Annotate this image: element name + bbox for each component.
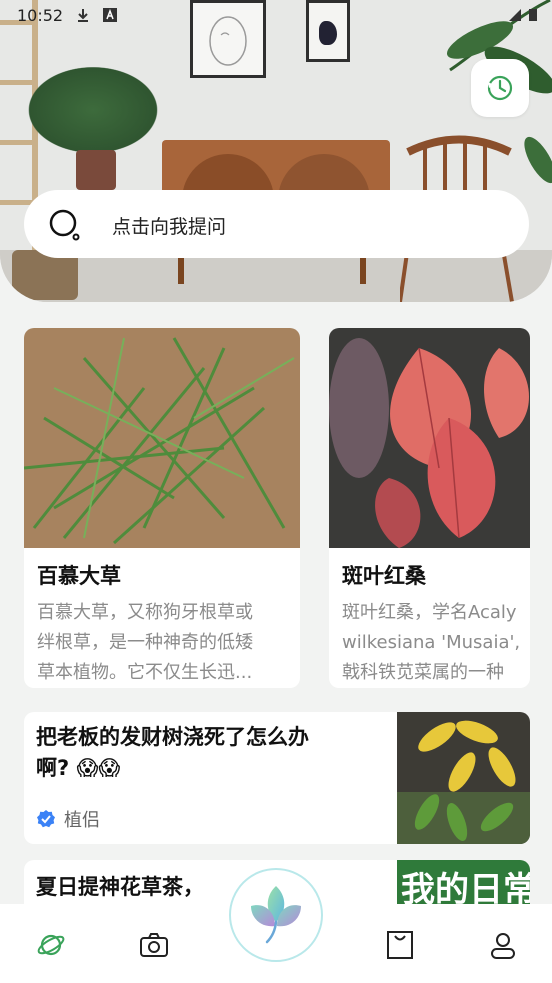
cabinet-leg	[178, 258, 184, 284]
plant-card-desc: 斑叶红桑，学名Acaly wilkesiana 'Musaia', 戟科铁苋菜属…	[342, 598, 530, 688]
article-title-line: 把老板的发财树浇死了怎么办	[36, 725, 309, 749]
plant-card[interactable]: 百慕大草 百慕大草，又称狗牙根草或 绊根草，是一种神奇的低矮 草本植物。它不仅生…	[24, 328, 300, 688]
article-author: 植侣	[36, 806, 100, 832]
leaf-icon	[251, 886, 301, 944]
article-title-line: 啊? 😱😱	[36, 756, 121, 780]
search-bar[interactable]: 点击向我提问	[24, 190, 529, 258]
plant-card-desc-line: 戟科铁苋菜属的一种	[342, 662, 504, 683]
plant-card-desc-line: 斑叶红桑，学名Acaly	[342, 602, 517, 623]
plant-card-image	[329, 328, 530, 548]
plant-card-desc-line: 草本植物。它不仅生长迅...	[37, 662, 253, 683]
plant-card-desc-line: wilkesiana 'Musaia',	[342, 632, 521, 653]
search-icon	[49, 209, 80, 241]
history-clock-icon	[487, 75, 513, 101]
profile-icon	[491, 933, 515, 959]
article-item[interactable]: 把老板的发财树浇死了怎么办 啊? 😱😱 植侣	[24, 712, 530, 844]
nav-shop[interactable]	[383, 928, 417, 962]
shopping-bag-icon	[387, 931, 413, 959]
nav-discover[interactable]	[34, 928, 68, 962]
text-a-icon	[103, 8, 117, 22]
plant-card-title: 百慕大草	[37, 564, 121, 588]
status-time: 10:52	[17, 6, 64, 25]
article-title-line: 夏日提神花草茶，	[36, 875, 204, 899]
plant-card-title: 斑叶红桑	[342, 564, 426, 588]
verified-badge-icon	[37, 810, 55, 828]
camera-icon	[140, 933, 168, 957]
download-icon	[78, 9, 88, 22]
article-title: 把老板的发财树浇死了怎么办 啊? 😱😱	[36, 722, 376, 784]
cabinet-leg	[360, 258, 366, 284]
status-bar: 10:52	[0, 0, 552, 32]
signal-icon	[509, 9, 521, 21]
article-thumbnail	[397, 712, 530, 844]
search-placeholder: 点击向我提问	[112, 216, 227, 238]
plant-card-image	[24, 328, 300, 548]
plant-card[interactable]: 斑叶红桑 斑叶红桑，学名Acaly wilkesiana 'Musaia', 戟…	[329, 328, 530, 688]
planet-icon	[37, 934, 65, 956]
plant-card-desc-line: 百慕大草，又称狗牙根草或	[37, 602, 253, 623]
article-title: 夏日提神花草茶，	[36, 872, 376, 903]
hero-plant-left	[18, 60, 168, 160]
plant-card-desc-line: 绊根草，是一种神奇的低矮	[37, 632, 253, 653]
identify-plant-button[interactable]	[229, 868, 323, 962]
nav-camera[interactable]	[137, 928, 171, 962]
battery-icon	[529, 9, 537, 21]
hero-pot	[76, 150, 116, 190]
plant-card-desc: 百慕大草，又称狗牙根草或 绊根草，是一种神奇的低矮 草本植物。它不仅生长迅...	[37, 598, 291, 688]
history-button[interactable]	[471, 59, 529, 117]
nav-profile[interactable]	[486, 928, 520, 962]
article-author-name: 植侣	[64, 810, 100, 831]
